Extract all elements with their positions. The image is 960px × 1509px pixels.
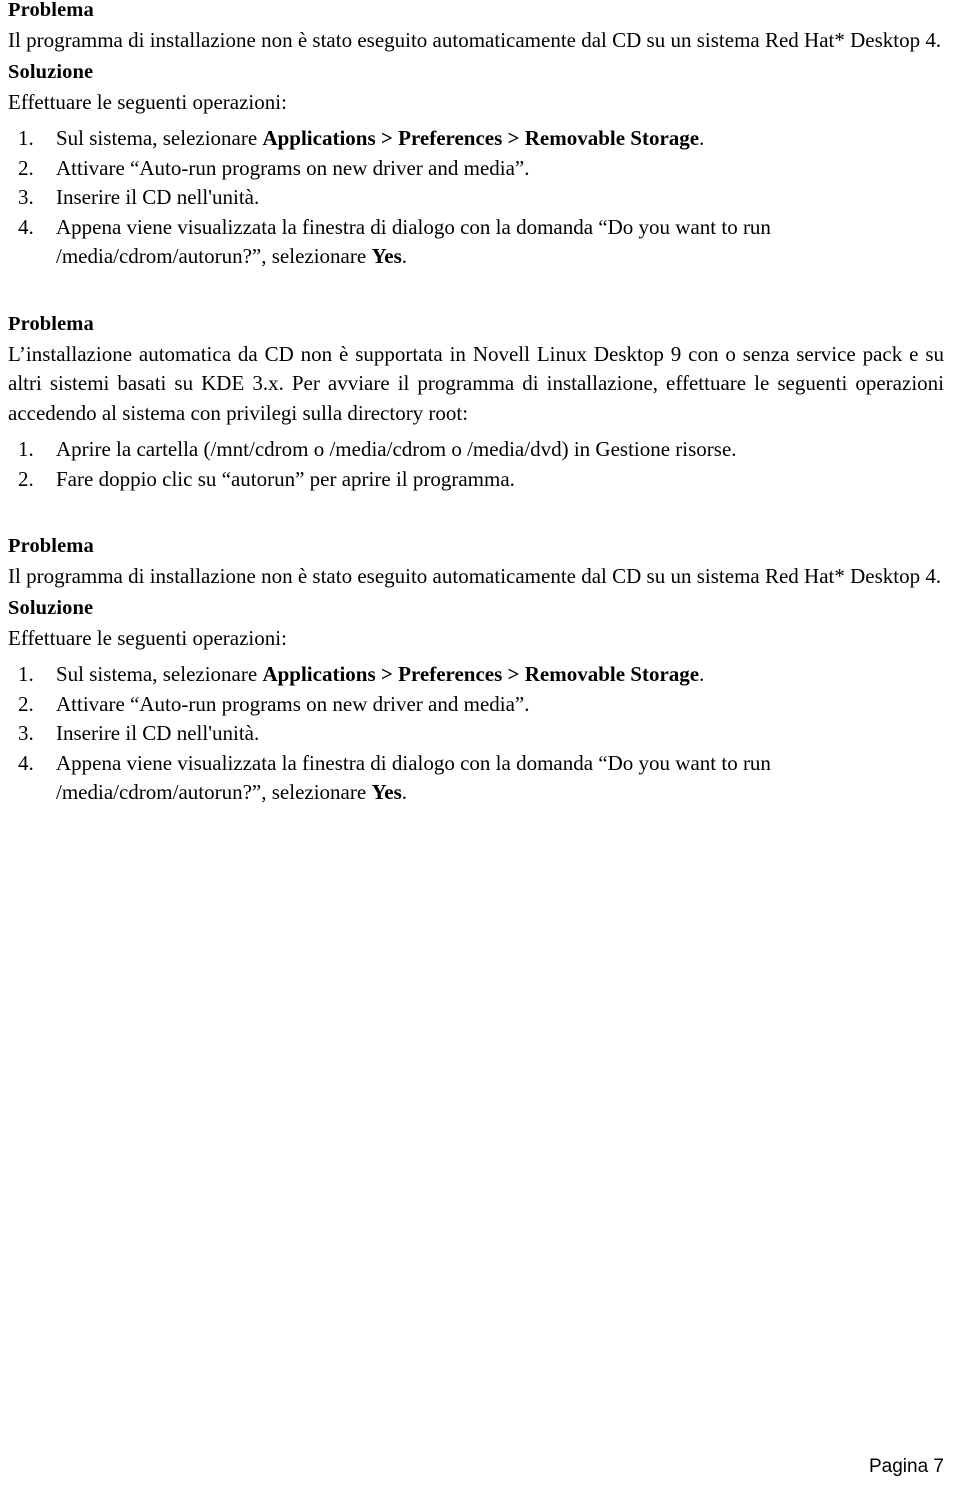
list-item-number: 2.	[18, 466, 34, 491]
emphasis-text: Yes	[371, 780, 402, 804]
plain-text: Inserire il CD nell'unità.	[56, 721, 260, 745]
plain-text: Sul sistema, selezionare	[56, 662, 263, 686]
plain-text: Sul sistema, selezionare	[56, 126, 263, 150]
solution-heading: Soluzione	[8, 596, 94, 619]
emphasis-text: Yes	[371, 244, 402, 268]
problem-text: Il programma di installazione non è stat…	[8, 564, 942, 588]
plain-text: Attivare “Auto-run programs on new drive…	[56, 691, 530, 716]
emphasis-text: Applications > Preferences > Removable S…	[262, 126, 700, 150]
document-body: Problema Il programma di installazione no…	[8, 0, 944, 808]
problem-heading: Problema	[8, 0, 94, 21]
list-item-text: Aprire la cartella (/mnt/cdrom o /media/…	[56, 435, 944, 465]
plain-text: .	[401, 780, 408, 804]
page-footer: Pagina 7	[868, 1456, 944, 1477]
list-item-text: Fare doppio clic su “autorun” per aprire…	[56, 465, 944, 495]
list-item-number: 1.	[18, 662, 34, 686]
plain-text: Attivare “Auto-run programs on new drive…	[56, 155, 530, 180]
document-page: Problema Il programma di installazione no…	[0, 0, 960, 1509]
list-item: 1. Aprire la cartella (/mnt/cdrom o /medi…	[8, 435, 944, 465]
problem-heading: Problema	[8, 312, 94, 335]
list-item-number: 2.	[18, 691, 34, 716]
plain-text: .	[401, 244, 408, 268]
list-item: 2. Fare doppio clic su “autorun” per apri…	[8, 465, 944, 495]
list-item-number: 2.	[18, 155, 34, 180]
list-item-text: Appena viene visualizzata la finestra di…	[56, 213, 944, 272]
list-item: 1. Sul sistema, selezionare Applications …	[8, 124, 944, 154]
problem-text: Il programma di installazione non è stat…	[8, 28, 942, 52]
list-item-text: Inserire il CD nell'unità.	[56, 183, 944, 213]
list-item-text: Attivare “Auto-run programs on new drive…	[56, 154, 944, 184]
list-item-number: 1.	[18, 437, 34, 461]
list-item-number: 3.	[18, 185, 34, 209]
steps-list: 1. Aprire la cartella (/mnt/cdrom o /medi…	[8, 435, 944, 494]
list-item: 1. Sul sistema, selezionare Applications …	[8, 660, 944, 690]
solution-intro: Effettuare le seguenti operazioni:	[8, 625, 287, 650]
list-item-text: Sul sistema, selezionare Applications > …	[56, 124, 944, 154]
steps-list: 1. Sul sistema, selezionare Applications …	[8, 660, 944, 808]
list-item: 3. Inserire il CD nell'unità.	[8, 719, 944, 749]
problem-text: L’installazione automatica da CD non è s…	[8, 341, 944, 425]
list-item: 4. Appena viene visualizzata la finestra …	[8, 749, 944, 808]
list-item: 2. Attivare “Auto-run programs on new dri…	[8, 154, 944, 184]
steps-list: 1. Sul sistema, selezionare Applications …	[8, 124, 944, 272]
solution-intro: Effettuare le seguenti operazioni:	[8, 89, 287, 114]
plain-text: Appena viene visualizzata la finestra di…	[56, 214, 771, 269]
list-item-text: Inserire il CD nell'unità.	[56, 719, 944, 749]
plain-text: Fare doppio clic su “autorun” per aprire…	[56, 466, 515, 491]
list-item: 3. Inserire il CD nell'unità.	[8, 183, 944, 213]
list-item-text: Sul sistema, selezionare Applications > …	[56, 660, 944, 690]
plain-text: Aprire la cartella (/mnt/cdrom o /media/…	[56, 437, 737, 461]
problem-heading: Problema	[8, 535, 94, 557]
list-item-text: Attivare “Auto-run programs on new drive…	[56, 690, 944, 720]
list-item-number: 4.	[18, 214, 34, 239]
list-item-number: 3.	[18, 721, 34, 745]
list-item: 4. Appena viene visualizzata la finestra …	[8, 213, 944, 272]
plain-text: .	[699, 126, 705, 150]
list-item-text: Appena viene visualizzata la finestra di…	[56, 749, 944, 808]
emphasis-text: Applications > Preferences > Removable S…	[262, 662, 700, 686]
plain-text: Inserire il CD nell'unità.	[56, 185, 260, 209]
list-item: 2. Attivare “Auto-run programs on new dri…	[8, 690, 944, 720]
solution-heading: Soluzione	[8, 60, 94, 83]
plain-text: .	[699, 662, 705, 686]
plain-text: Appena viene visualizzata la finestra di…	[56, 750, 771, 805]
list-item-number: 1.	[18, 126, 34, 150]
list-item-number: 4.	[18, 750, 34, 775]
